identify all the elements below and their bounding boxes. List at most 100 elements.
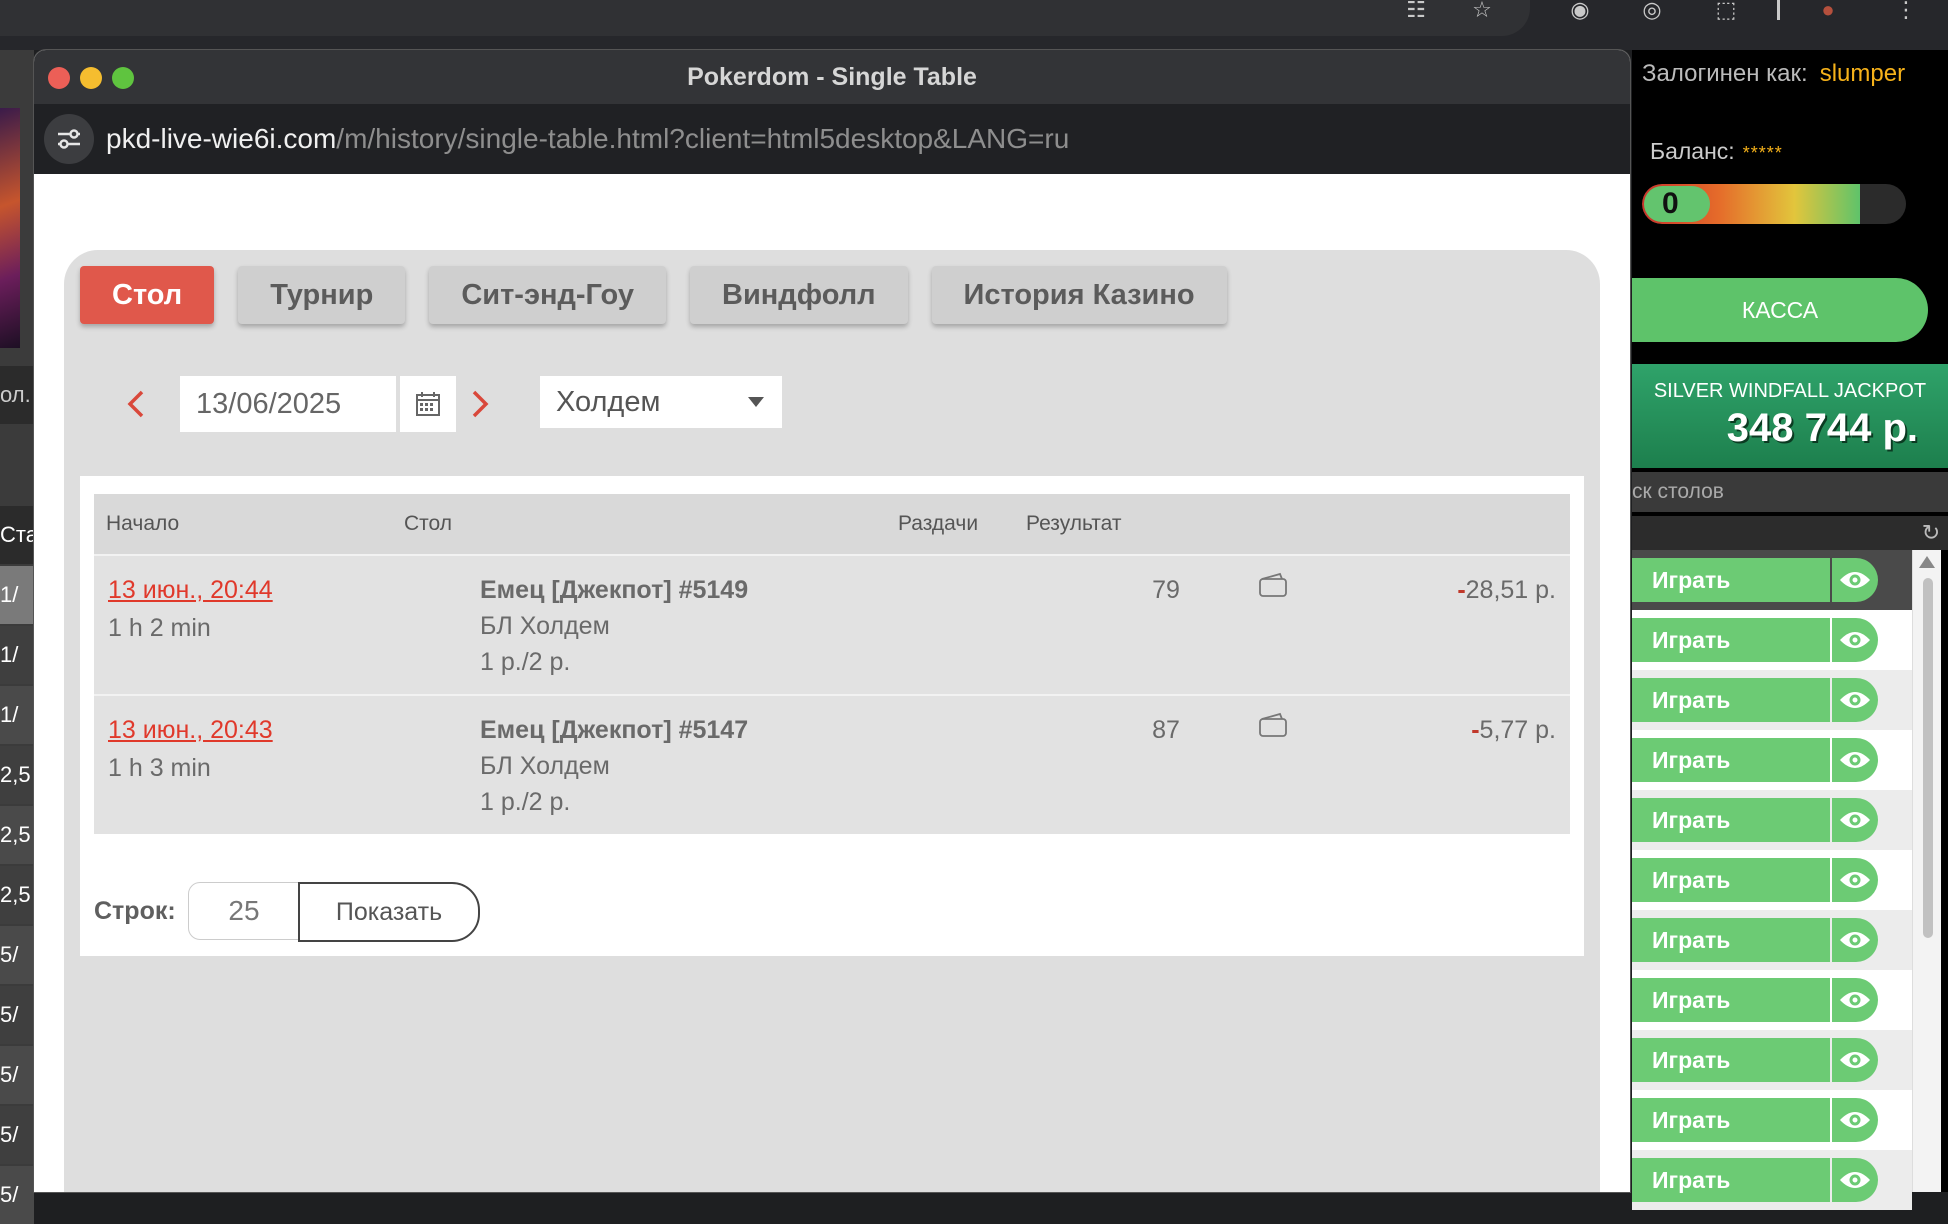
tab-3[interactable]: Виндфолл xyxy=(690,266,908,324)
play-button[interactable]: Играть xyxy=(1632,678,1830,722)
session-start-link[interactable]: 13 июн., 20:43 xyxy=(108,716,273,745)
play-button[interactable]: Играть xyxy=(1632,1038,1830,1082)
tab-1[interactable]: Турнир xyxy=(238,266,406,324)
watch-eye-icon[interactable] xyxy=(1832,678,1878,722)
play-button[interactable]: Играть xyxy=(1632,618,1830,662)
lobby-table-item: Играть xyxy=(1632,610,1912,670)
session-duration: 1 h 2 min xyxy=(108,614,211,642)
url-text[interactable]: pkd-live-wie6i.com/m/history/single-tabl… xyxy=(106,104,1069,174)
extension-icon[interactable]: ◉ xyxy=(1566,0,1594,22)
play-button[interactable]: Играть xyxy=(1632,798,1830,842)
play-button[interactable]: Играть xyxy=(1632,1098,1830,1142)
watch-eye-icon[interactable] xyxy=(1832,738,1878,782)
lobby-row-fragment: 2,5 xyxy=(0,866,34,924)
wallet-icon[interactable] xyxy=(1258,572,1288,605)
logged-in-status: Залогинен как: slumper xyxy=(1642,60,1905,88)
lobby-row-fragment: 2,5 xyxy=(0,746,34,804)
lobby-table-item: Играть xyxy=(1632,850,1912,910)
page-content: Стол Турнир Сит-энд-Гоу Виндфолл История Каз… xyxy=(34,174,1630,1192)
refresh-icon[interactable]: ↻ xyxy=(1918,520,1944,546)
show-button[interactable]: Показать xyxy=(298,882,480,942)
balance-hidden-value[interactable]: ***** xyxy=(1743,143,1783,163)
extension-icon[interactable]: ◎ xyxy=(1638,0,1666,22)
hands-count: 87 xyxy=(1152,716,1180,744)
table-game: БЛ Холдем xyxy=(480,612,610,640)
watch-eye-icon[interactable] xyxy=(1832,1098,1878,1142)
menu-dots-icon[interactable]: ⋮ xyxy=(1892,0,1920,22)
play-button[interactable]: Играть xyxy=(1632,858,1830,902)
watch-eye-icon[interactable] xyxy=(1832,618,1878,662)
balance-label: Баланс: xyxy=(1650,138,1735,164)
username[interactable]: slumper xyxy=(1820,60,1905,87)
window-titlebar: Pokerdom - Single Table xyxy=(34,50,1630,104)
watch-eye-icon[interactable] xyxy=(1832,978,1878,1022)
lobby-row-fragment: 1/ xyxy=(0,686,34,744)
game-type-value: Холдем xyxy=(556,386,661,418)
lobby-table-item: Играть xyxy=(1632,790,1912,850)
site-settings-icon[interactable] xyxy=(44,114,94,164)
tab-2[interactable]: Сит-энд-Гоу xyxy=(429,266,667,324)
watch-eye-icon[interactable] xyxy=(1832,558,1878,602)
lobby-column-fragment: ол. xyxy=(0,366,34,424)
result-sign: - xyxy=(1457,576,1466,604)
play-list-scrollbar[interactable] xyxy=(1912,550,1941,1192)
watch-eye-icon[interactable] xyxy=(1832,1038,1878,1082)
play-button[interactable]: Играть xyxy=(1632,1158,1830,1202)
lobby-table-item: Играть xyxy=(1632,1090,1912,1150)
watch-eye-icon[interactable] xyxy=(1832,1158,1878,1202)
table-body: 13 июн., 20:44 1 h 2 min Емец [Джекпот] #5… xyxy=(94,554,1570,834)
url-path: /m/history/single-table.html?client=html… xyxy=(336,123,1070,154)
lobby-row-fragment: 1/ xyxy=(0,566,34,624)
scroll-up-icon[interactable] xyxy=(1919,556,1935,568)
game-type-select[interactable]: Холдем xyxy=(540,376,782,428)
play-button[interactable]: Играть xyxy=(1632,978,1830,1022)
table-game: БЛ Холдем xyxy=(480,752,610,780)
url-host: pkd-live-wie6i.com xyxy=(106,123,337,154)
rows-per-page-input[interactable]: 25 xyxy=(188,882,300,940)
scrollbar-thumb[interactable] xyxy=(1923,578,1933,938)
lobby-row-fragment: 5/ xyxy=(0,926,34,984)
session-result: -5,77 р. xyxy=(1471,716,1556,745)
session-start-link[interactable]: 13 июн., 20:44 xyxy=(108,576,273,605)
level-value: 0 xyxy=(1644,186,1710,222)
watch-eye-icon[interactable] xyxy=(1832,798,1878,842)
play-button[interactable]: Играть xyxy=(1632,738,1830,782)
jackpot-title: SILVER WINDFALL JACKPOT xyxy=(1653,380,1927,402)
header-hands: Раздачи xyxy=(898,512,979,535)
table-row: 13 июн., 20:44 1 h 2 min Емец [Джекпот] #5… xyxy=(94,554,1570,694)
prev-day-chevron-icon[interactable] xyxy=(122,388,154,420)
hands-count: 79 xyxy=(1152,576,1180,604)
history-panel: Начало Стол Раздачи Результат 13 июн., 2… xyxy=(80,476,1584,956)
dropdown-caret-icon xyxy=(748,397,764,407)
history-table: Начало Стол Раздачи Результат 13 июн., 2… xyxy=(94,494,1570,834)
avatar-icon[interactable]: ● xyxy=(1814,0,1842,22)
history-tabs: Стол Турнир Сит-энд-Гоу Виндфолл История Каз… xyxy=(80,266,1227,326)
url-bar[interactable]: pkd-live-wie6i.com/m/history/single-tabl… xyxy=(34,104,1630,174)
translate-icon[interactable]: ☷ xyxy=(1402,0,1430,22)
tab-0[interactable]: Стол xyxy=(80,266,215,324)
bookmark-star-icon[interactable]: ☆ xyxy=(1468,0,1496,22)
lobby-table-item: Играть xyxy=(1632,670,1912,730)
lobby-row-fragment: 5/ xyxy=(0,1106,34,1164)
watch-eye-icon[interactable] xyxy=(1832,918,1878,962)
table-header: Начало Стол Раздачи Результат xyxy=(94,494,1570,554)
logged-in-label: Залогинен как: xyxy=(1642,60,1808,87)
calendar-button[interactable] xyxy=(400,376,456,432)
tab-4[interactable]: История Казино xyxy=(931,266,1227,324)
lobby-table-item: Играть xyxy=(1632,1150,1912,1210)
play-button[interactable]: Играть xyxy=(1632,558,1830,602)
session-duration: 1 h 3 min xyxy=(108,754,211,782)
table-stakes: 1 р./2 р. xyxy=(480,788,571,816)
play-button[interactable]: Играть xyxy=(1632,918,1830,962)
result-amount: 5,77 р. xyxy=(1479,716,1556,744)
table-row: 13 июн., 20:43 1 h 3 min Емец [Джекпот] #5… xyxy=(94,694,1570,834)
level-meter: 0 xyxy=(1642,184,1906,224)
next-day-chevron-icon[interactable] xyxy=(462,388,494,420)
balance: Баланс: ***** xyxy=(1650,138,1783,165)
cashier-button[interactable]: КАССА xyxy=(1632,278,1928,342)
watch-eye-icon[interactable] xyxy=(1832,858,1878,902)
jackpot-banner[interactable]: SILVER WINDFALL JACKPOT 348 744 р. xyxy=(1632,364,1948,468)
wallet-icon[interactable] xyxy=(1258,712,1288,745)
puzzle-icon[interactable]: ⬚ xyxy=(1712,0,1740,22)
date-field[interactable]: 13/06/2025 xyxy=(180,376,396,432)
